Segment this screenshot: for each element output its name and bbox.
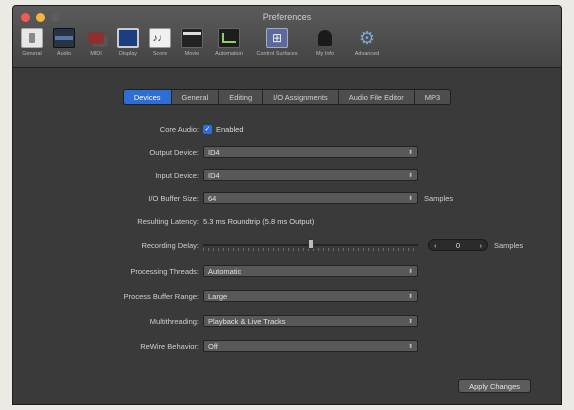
buffer-size-value: 64: [208, 193, 217, 203]
multithreading-label: Multithreading:: [149, 316, 199, 326]
processing-threads-row: Processing Threads: Automatic ⬍: [13, 264, 418, 278]
recording-delay-label: Recording Delay:: [141, 240, 199, 250]
input-device-label: Input Device:: [155, 170, 199, 180]
recording-delay-row: Recording Delay: ‹ 0 › Samples: [13, 238, 523, 252]
window-title: Preferences: [262, 12, 312, 22]
midi-icon: [85, 28, 107, 48]
advanced-icon: [356, 28, 378, 48]
output-device-label: Output Device:: [149, 147, 199, 157]
tab-mp3[interactable]: MP3: [414, 90, 451, 104]
popup-arrows-icon: ⬍: [407, 343, 413, 350]
toolbar-audio[interactable]: Audio: [49, 28, 79, 57]
rewire-behavior-popup[interactable]: Off ⬍: [203, 340, 418, 352]
processing-threads-popup[interactable]: Automatic ⬍: [203, 265, 418, 277]
processing-threads-value: Automatic: [208, 266, 242, 276]
buffer-size-popup[interactable]: 64 ⬍: [203, 192, 418, 204]
core-audio-checkbox-label[interactable]: Enabled: [216, 125, 244, 134]
decrement-icon[interactable]: ‹: [434, 241, 437, 250]
process-buffer-range-value: Large: [208, 291, 228, 301]
processing-threads-label: Processing Threads:: [130, 266, 199, 276]
output-device-popup[interactable]: ID4 ⬍: [203, 146, 418, 158]
toolbar-label: MIDI: [90, 51, 102, 57]
process-buffer-range-popup[interactable]: Large ⬍: [203, 290, 418, 302]
latency-value: 5.3 ms Roundtrip (5.8 ms Output): [203, 216, 315, 226]
popup-arrows-icon: ⬍: [407, 293, 413, 300]
input-device-row: Input Device: ID4 ⬍: [13, 168, 418, 182]
tab-audio-file-editor[interactable]: Audio File Editor: [338, 90, 415, 104]
process-buffer-range-row: Process Buffer Range: Large ⬍: [13, 289, 418, 303]
movie-icon: [181, 28, 203, 48]
popup-arrows-icon: ⬍: [407, 268, 413, 275]
tab-editing[interactable]: Editing: [219, 90, 264, 104]
recording-delay-stepper[interactable]: ‹ 0 ›: [428, 239, 488, 251]
tab-devices[interactable]: Devices: [123, 90, 172, 104]
toolbar-automation[interactable]: Automation: [209, 28, 249, 57]
process-buffer-range-label: Process Buffer Range:: [123, 291, 199, 301]
output-device-value: ID4: [208, 147, 220, 157]
tab-bar: Devices General Editing I/O Assignments …: [13, 89, 561, 105]
toolbar-display[interactable]: Display: [113, 28, 143, 57]
output-device-row: Output Device: ID4 ⬍: [13, 145, 418, 159]
recording-delay-slider[interactable]: [203, 239, 418, 251]
rewire-behavior-value: Off: [208, 341, 218, 351]
toolbar-label: My Info: [315, 51, 335, 57]
input-device-popup[interactable]: ID4 ⬍: [203, 169, 418, 181]
core-audio-row: Core Audio: ✓ Enabled: [13, 122, 244, 136]
audio-icon: [53, 28, 75, 48]
tab-group: Devices General Editing I/O Assignments …: [122, 89, 452, 105]
multithreading-row: Multithreading: Playback & Live Tracks ⬍: [13, 314, 418, 328]
toolbar-label: Movie: [184, 51, 200, 57]
toolbar-advanced[interactable]: Advanced: [347, 28, 387, 57]
buffer-size-label: I/O Buffer Size:: [148, 193, 199, 203]
score-icon: [149, 28, 171, 48]
apply-changes-button[interactable]: Apply Changes: [458, 379, 531, 393]
latency-row: Resulting Latency: 5.3 ms Roundtrip (5.8…: [13, 214, 314, 228]
toolbar-midi[interactable]: MIDI: [81, 28, 111, 57]
toolbar-label: Advanced: [354, 51, 380, 57]
my-info-icon: [314, 28, 336, 48]
slider-thumb[interactable]: [308, 239, 314, 249]
preferences-toolbar: General Audio MIDI Display Score Movie: [17, 28, 557, 68]
popup-arrows-icon: ⬍: [407, 149, 413, 156]
rewire-behavior-label: ReWire Behavior:: [140, 341, 199, 351]
toolbar-label: Score: [152, 51, 168, 57]
buffer-size-unit: Samples: [424, 193, 454, 203]
toolbar-label: Audio: [56, 51, 72, 57]
toolbar-label: Display: [118, 51, 138, 57]
preferences-window: Preferences General Audio MIDI Display S…: [12, 5, 562, 405]
toolbar-control-surfaces[interactable]: Control Surfaces: [251, 28, 303, 57]
recording-delay-value[interactable]: 0: [456, 241, 460, 250]
popup-arrows-icon: ⬍: [407, 195, 413, 202]
general-icon: [21, 28, 43, 48]
multithreading-popup[interactable]: Playback & Live Tracks ⬍: [203, 315, 418, 327]
popup-arrows-icon: ⬍: [407, 318, 413, 325]
automation-icon: [218, 28, 240, 48]
toolbar-label: General: [22, 51, 42, 57]
multithreading-value: Playback & Live Tracks: [208, 316, 286, 326]
toolbar-label: Automation: [215, 51, 243, 57]
tab-io-assignments[interactable]: I/O Assignments: [263, 90, 339, 104]
toolbar-general[interactable]: General: [17, 28, 47, 57]
control-surfaces-icon: [266, 28, 288, 48]
toolbar-my-info[interactable]: My Info: [305, 28, 345, 57]
core-audio-label: Core Audio:: [159, 124, 199, 134]
buffer-size-row: I/O Buffer Size: 64 ⬍ Samples: [13, 191, 453, 205]
toolbar-movie[interactable]: Movie: [177, 28, 207, 57]
core-audio-checkbox[interactable]: ✓: [203, 124, 212, 134]
toolbar-score[interactable]: Score: [145, 28, 175, 57]
toolbar-label: Control Surfaces: [256, 51, 298, 57]
latency-label: Resulting Latency:: [137, 216, 199, 226]
display-icon: [117, 28, 139, 48]
rewire-behavior-row: ReWire Behavior: Off ⬍: [13, 339, 418, 353]
tab-general[interactable]: General: [171, 90, 220, 104]
popup-arrows-icon: ⬍: [407, 172, 413, 179]
increment-icon[interactable]: ›: [479, 241, 482, 250]
input-device-value: ID4: [208, 170, 220, 180]
recording-delay-unit: Samples: [494, 240, 524, 250]
titlebar: Preferences General Audio MIDI Display S…: [13, 6, 561, 68]
